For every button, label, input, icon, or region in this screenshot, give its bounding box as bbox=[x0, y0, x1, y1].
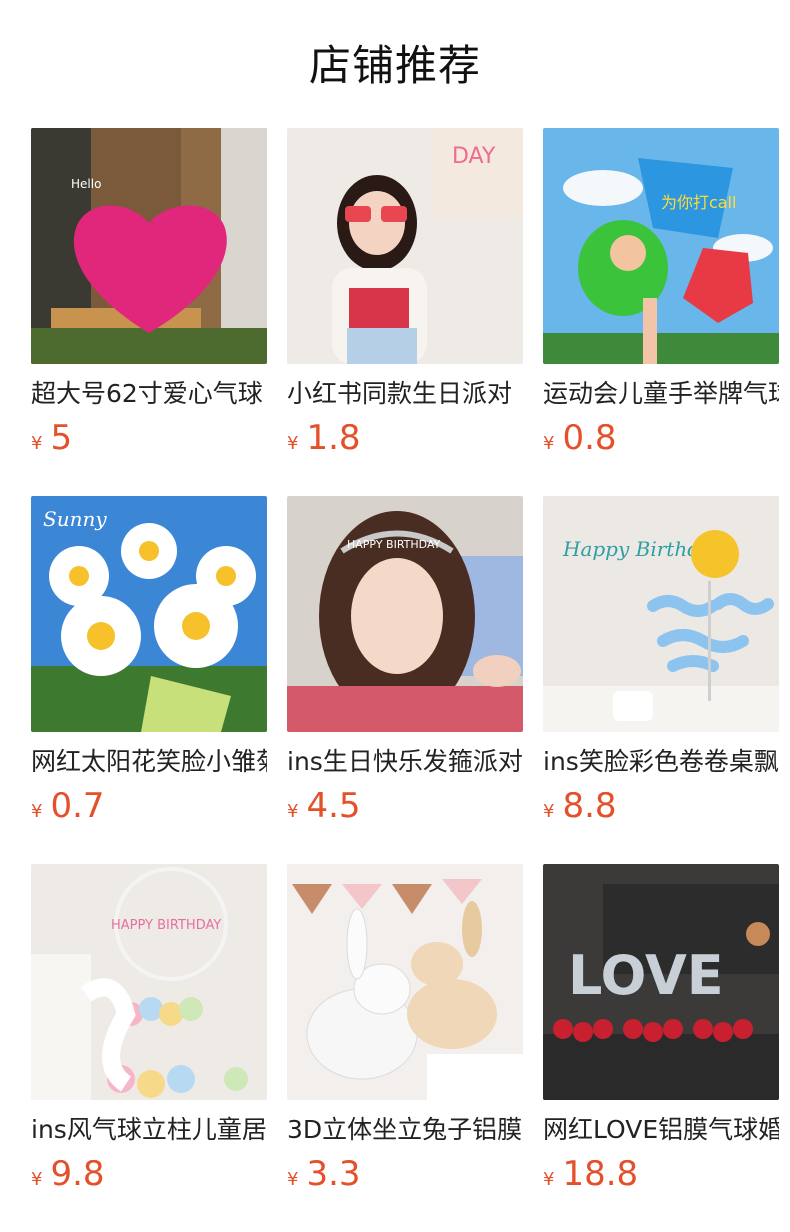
product-name[interactable]: 小红书同款生日派对 bbox=[287, 374, 523, 414]
price-value: 9.8 bbox=[50, 1154, 105, 1194]
currency-symbol: ¥ bbox=[543, 801, 555, 822]
currency-symbol: ¥ bbox=[287, 433, 299, 454]
product-name[interactable]: ins风气球立柱儿童居 bbox=[31, 1110, 267, 1150]
product-price: ¥1.8 bbox=[287, 418, 361, 458]
currency-symbol: ¥ bbox=[543, 433, 555, 454]
price-value: 8.8 bbox=[562, 786, 617, 826]
product-image-love-balloons[interactable]: LOVE bbox=[543, 864, 779, 1100]
product-image-party-girl[interactable]: DAY bbox=[287, 128, 523, 364]
product-image-rabbit-balloons[interactable] bbox=[287, 864, 523, 1100]
price-value: 5 bbox=[50, 418, 73, 458]
product-name[interactable]: 网红LOVE铝膜气球婚 bbox=[543, 1110, 779, 1150]
image-caption: 为你打call bbox=[661, 193, 737, 212]
product-image-balloon-column[interactable]: HAPPY BIRTHDAY bbox=[31, 864, 267, 1100]
product-price: ¥18.8 bbox=[543, 1154, 638, 1194]
product-name[interactable]: 超大号62寸爱心气球 bbox=[31, 374, 267, 414]
price-value: 4.5 bbox=[306, 786, 361, 826]
product-price: ¥4.5 bbox=[287, 786, 361, 826]
image-caption: LOVE bbox=[568, 944, 724, 1007]
product-image-sign-balloons[interactable]: 为你打call bbox=[543, 128, 779, 364]
product-card[interactable]: Hello 超大号62寸爱心气球 ¥5 bbox=[31, 128, 267, 468]
currency-symbol: ¥ bbox=[287, 801, 299, 822]
price-value: 18.8 bbox=[562, 1154, 639, 1194]
product-card[interactable]: DAY 小红书同款生日派对 ¥1.8 bbox=[287, 128, 523, 468]
product-card[interactable]: 为你打call 运动会儿童手举牌气球 ¥0.8 bbox=[543, 128, 779, 468]
price-value: 1.8 bbox=[306, 418, 361, 458]
product-image-curly-balloons[interactable]: Happy Birthday bbox=[543, 496, 779, 732]
image-caption: HAPPY BIRTHDAY bbox=[111, 918, 221, 933]
currency-symbol: ¥ bbox=[287, 1169, 299, 1190]
price-value: 3.3 bbox=[306, 1154, 361, 1194]
product-card[interactable]: Sunny 网红太阳花笑脸小雏菊 ¥0.7 bbox=[31, 496, 267, 836]
image-caption: HAPPY BIRTHDAY bbox=[347, 538, 441, 551]
product-name[interactable]: 网红太阳花笑脸小雏菊 bbox=[31, 742, 267, 782]
currency-symbol: ¥ bbox=[31, 1169, 43, 1190]
product-image-daisy-balloons[interactable]: Sunny bbox=[31, 496, 267, 732]
product-price: ¥0.7 bbox=[31, 786, 105, 826]
section-title: 店铺推荐 bbox=[308, 41, 481, 90]
product-card[interactable]: 3D立体坐立兔子铝膜 ¥3.3 bbox=[287, 864, 523, 1204]
product-card[interactable]: LOVE 网红LOVE铝膜气球婚 ¥18.8 bbox=[543, 864, 779, 1204]
product-price: ¥0.8 bbox=[543, 418, 617, 458]
product-name[interactable]: ins生日快乐发箍派对 bbox=[287, 742, 523, 782]
product-price: ¥8.8 bbox=[543, 786, 617, 826]
price-value: 0.8 bbox=[562, 418, 617, 458]
image-caption: Sunny bbox=[43, 507, 107, 531]
currency-symbol: ¥ bbox=[543, 1169, 555, 1190]
product-price: ¥5 bbox=[31, 418, 72, 458]
image-caption: Hello bbox=[71, 177, 101, 191]
product-card[interactable]: HAPPY BIRTHDAY ins风气球立柱儿童居 ¥9.8 bbox=[31, 864, 267, 1204]
product-image-birthday-headband[interactable]: HAPPY BIRTHDAY bbox=[287, 496, 523, 732]
product-name[interactable]: 3D立体坐立兔子铝膜 bbox=[287, 1110, 523, 1150]
currency-symbol: ¥ bbox=[31, 433, 43, 454]
product-price: ¥3.3 bbox=[287, 1154, 361, 1194]
currency-symbol: ¥ bbox=[31, 801, 43, 822]
product-card[interactable]: HAPPY BIRTHDAY ins生日快乐发箍派对 ¥4.5 bbox=[287, 496, 523, 836]
product-name[interactable]: ins笑脸彩色卷卷桌飘 bbox=[543, 742, 779, 782]
product-price: ¥9.8 bbox=[31, 1154, 105, 1194]
product-card[interactable]: Happy Birthday ins笑脸彩色卷卷桌飘 ¥8.8 bbox=[543, 496, 779, 836]
product-image-heart-balloon[interactable]: Hello bbox=[31, 128, 267, 364]
product-name[interactable]: 运动会儿童手举牌气球 bbox=[543, 374, 779, 414]
section-header: 店铺推荐 bbox=[0, 0, 790, 128]
image-caption: DAY bbox=[452, 144, 496, 169]
price-value: 0.7 bbox=[50, 786, 105, 826]
